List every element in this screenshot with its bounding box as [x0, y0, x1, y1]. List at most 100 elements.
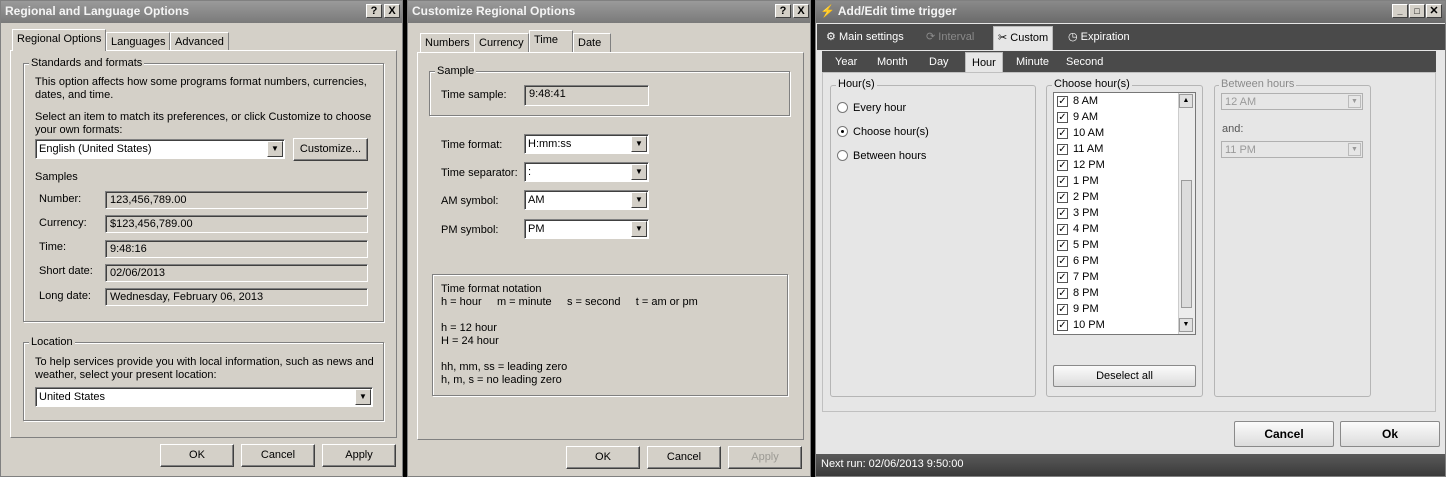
- checkbox-checked-icon[interactable]: ✓: [1057, 128, 1068, 139]
- radio-every-hour-label: Every hour: [853, 102, 907, 114]
- help-button[interactable]: ?: [366, 4, 382, 18]
- location-group: [23, 342, 384, 421]
- close-button[interactable]: X: [793, 4, 809, 18]
- between-from-select[interactable]: 12 AM ▼: [1221, 93, 1363, 110]
- checkbox-checked-icon[interactable]: ✓: [1057, 112, 1068, 123]
- tab-custom[interactable]: ✂ Custom: [993, 26, 1054, 50]
- sample-number-value: 123,456,789.00: [105, 191, 368, 209]
- minimize-button[interactable]: _: [1392, 4, 1408, 18]
- checkbox-checked-icon[interactable]: ✓: [1057, 240, 1068, 251]
- pm-symbol-select[interactable]: PM ▼: [524, 219, 649, 239]
- scroll-thumb[interactable]: [1181, 180, 1192, 308]
- tab-time[interactable]: Time: [529, 30, 573, 52]
- interval-icon: ⟳: [926, 31, 936, 43]
- close-button[interactable]: ✕: [1426, 4, 1442, 18]
- dropdown-arrow-icon[interactable]: ▼: [631, 136, 647, 152]
- checkbox-checked-icon[interactable]: ✓: [1057, 192, 1068, 203]
- hours-listbox[interactable]: ✓ 8 AM ✓ 9 AM ✓ 10 AM ✓ 11 AM ✓ 12 PM ✓ 1 PM ✓ 2 PM ✓ 3…: [1053, 92, 1196, 335]
- dropdown-arrow-icon[interactable]: ▼: [355, 389, 371, 405]
- help-button[interactable]: ?: [775, 4, 791, 18]
- tab-date[interactable]: Date: [573, 33, 611, 52]
- subtab-second[interactable]: Second: [1066, 56, 1103, 68]
- radio-between-hours[interactable]: [837, 150, 848, 161]
- time-sample-label: Time sample:: [441, 89, 507, 101]
- subtab-day[interactable]: Day: [929, 56, 949, 68]
- am-symbol-value: AM: [528, 194, 545, 206]
- subtab-month[interactable]: Month: [877, 56, 908, 68]
- dropdown-arrow-icon[interactable]: ▼: [631, 192, 647, 208]
- scroll-up-icon[interactable]: ▲: [1179, 94, 1193, 108]
- between-to-select[interactable]: 11 PM ▼: [1221, 141, 1363, 158]
- checkbox-checked-icon[interactable]: ✓: [1057, 320, 1068, 331]
- maximize-button[interactable]: □: [1409, 4, 1425, 18]
- dropdown-arrow-icon[interactable]: ▼: [1348, 95, 1361, 108]
- notation-title: Time format notation: [441, 283, 542, 295]
- scroll-down-icon[interactable]: ▼: [1179, 318, 1193, 332]
- format-select[interactable]: English (United States) ▼: [35, 139, 285, 159]
- time-separator-select[interactable]: : ▼: [524, 162, 649, 182]
- radio-choose-hours[interactable]: [837, 126, 848, 137]
- cancel-button[interactable]: Cancel: [241, 444, 315, 467]
- tab-expiration[interactable]: ◷ Expiration: [1068, 30, 1130, 43]
- close-button[interactable]: X: [384, 4, 400, 18]
- dialog-title: Add/Edit time trigger: [837, 4, 957, 18]
- dropdown-arrow-icon[interactable]: ▼: [1348, 143, 1361, 156]
- customize-button[interactable]: Customize...: [293, 138, 368, 161]
- checkbox-checked-icon[interactable]: ✓: [1057, 176, 1068, 187]
- time-format-select[interactable]: H:mm:ss ▼: [524, 134, 649, 154]
- dialog-title-bar: ⚡ Add/Edit time trigger: [816, 1, 1445, 23]
- tab-advanced[interactable]: Advanced: [170, 32, 229, 51]
- notation-line: h = 12 hour: [441, 322, 497, 334]
- checkbox-checked-icon[interactable]: ✓: [1057, 272, 1068, 283]
- tab-main-settings[interactable]: ⚙ Main settings: [826, 30, 904, 43]
- dropdown-arrow-icon[interactable]: ▼: [631, 221, 647, 237]
- sample-short-date-label: Short date:: [39, 265, 93, 277]
- location-select-value: United States: [39, 391, 106, 403]
- subtab-hour[interactable]: Hour: [965, 52, 1003, 72]
- deselect-all-button[interactable]: Deselect all: [1053, 365, 1196, 387]
- location-select[interactable]: United States ▼: [35, 387, 373, 407]
- checkbox-checked-icon[interactable]: ✓: [1057, 256, 1068, 267]
- select-description: Select an item to match its preferences,…: [35, 111, 372, 123]
- between-to-value: 11 PM: [1225, 144, 1256, 156]
- checkbox-checked-icon[interactable]: ✓: [1057, 96, 1068, 107]
- select-description-2: your own formats:: [35, 124, 123, 136]
- time-trigger-dialog: ⚡ Add/Edit time trigger _ □ ✕ ⚙ Main set…: [815, 0, 1446, 477]
- between-hours-legend: Between hours: [1219, 78, 1297, 90]
- checkbox-checked-icon[interactable]: ✓: [1057, 208, 1068, 219]
- apply-button[interactable]: Apply: [322, 444, 396, 467]
- radio-every-hour[interactable]: [837, 102, 848, 113]
- checkbox-checked-icon[interactable]: ✓: [1057, 144, 1068, 155]
- cancel-button[interactable]: Cancel: [647, 446, 721, 469]
- hour-list-item-label: 12 PM: [1073, 159, 1105, 171]
- subtab-minute[interactable]: Minute: [1016, 56, 1049, 68]
- subtab-year[interactable]: Year: [835, 56, 857, 68]
- am-symbol-select[interactable]: AM ▼: [524, 190, 649, 210]
- ok-button[interactable]: Ok: [1340, 421, 1440, 447]
- tab-interval-label: Interval: [938, 31, 975, 43]
- tab-currency[interactable]: Currency: [474, 33, 529, 52]
- tab-numbers[interactable]: Numbers: [420, 33, 475, 52]
- ok-button[interactable]: OK: [566, 446, 640, 469]
- sample-currency-value: $123,456,789.00: [105, 215, 368, 233]
- dropdown-arrow-icon[interactable]: ▼: [267, 141, 283, 157]
- dropdown-arrow-icon[interactable]: ▼: [631, 164, 647, 180]
- tab-languages[interactable]: Languages: [106, 32, 171, 51]
- time-separator-label: Time separator:: [441, 167, 518, 179]
- ok-button[interactable]: OK: [160, 444, 234, 467]
- checkbox-checked-icon[interactable]: ✓: [1057, 288, 1068, 299]
- scrollbar[interactable]: ▲ ▼: [1178, 93, 1195, 334]
- apply-button[interactable]: Apply: [728, 446, 802, 469]
- sample-time-value: 9:48:16: [105, 240, 368, 258]
- sample-number-label: Number:: [39, 193, 82, 205]
- cancel-button[interactable]: Cancel: [1234, 421, 1334, 447]
- format-select-value: English (United States): [39, 143, 152, 155]
- checkbox-checked-icon[interactable]: ✓: [1057, 224, 1068, 235]
- hour-list-item-label: 5 PM: [1073, 239, 1099, 251]
- checkbox-checked-icon[interactable]: ✓: [1057, 160, 1068, 171]
- notation-line: h = hour m = minute s = second t = am or…: [441, 296, 698, 308]
- tab-regional-options[interactable]: Regional Options: [12, 29, 107, 51]
- tab-interval[interactable]: ⟳ Interval: [926, 30, 974, 43]
- and-label: and:: [1222, 123, 1244, 135]
- checkbox-checked-icon[interactable]: ✓: [1057, 304, 1068, 315]
